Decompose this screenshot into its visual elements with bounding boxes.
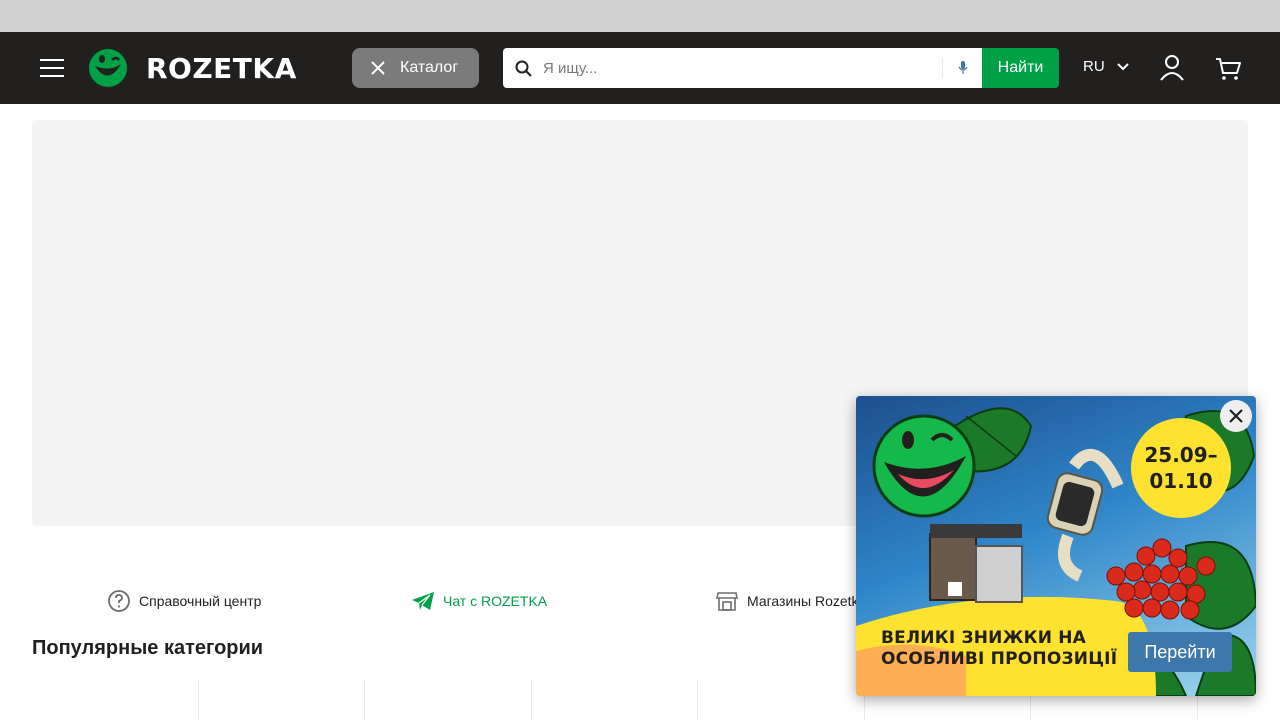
category-tile[interactable] [199, 680, 365, 720]
chat-link[interactable]: Чат с ROZETKA [411, 588, 547, 614]
site-header: ROZETKA Каталог Найти RU [0, 32, 1280, 104]
language-selector[interactable]: RU [1083, 58, 1129, 75]
promo-date-start: 25.09– [1144, 443, 1218, 467]
promo-headline: ВЕЛИКІ ЗНИЖКИ НА ОСОБЛИВІ ПРОПОЗИЦІЇ [881, 628, 1117, 670]
popular-categories-title: Популярные категории [32, 637, 264, 659]
category-tile[interactable] [32, 680, 199, 720]
language-label: RU [1083, 58, 1105, 75]
telegram-icon [412, 592, 434, 610]
help-center-label: Справочный центр [139, 593, 262, 609]
microphone-icon [958, 61, 967, 74]
search-submit-button[interactable]: Найти [982, 48, 1059, 88]
help-center-link[interactable]: Справочный центр [107, 588, 261, 614]
store-icon [716, 592, 738, 611]
chat-label: Чат с ROZETKA [443, 593, 548, 609]
category-tile[interactable] [698, 680, 865, 720]
user-icon[interactable] [1156, 52, 1188, 84]
category-tile[interactable] [365, 680, 532, 720]
promo-date-end: 01.10 [1149, 469, 1213, 493]
menu-button[interactable] [32, 48, 72, 88]
logo[interactable]: ROZETKA [88, 48, 297, 88]
catalog-label: Каталог [400, 59, 459, 76]
search-form: Найти [503, 48, 1059, 88]
cart-icon[interactable] [1212, 52, 1244, 84]
hamburger-icon [40, 59, 64, 77]
promo-line-1: ВЕЛИКІ ЗНИЖКИ НА [881, 628, 1087, 648]
question-circle-icon [108, 590, 130, 612]
promo-date-badge: 25.09– 01.10 [1131, 418, 1231, 518]
promo-go-button[interactable]: Перейти [1128, 632, 1232, 672]
logo-text: ROZETKA [146, 51, 297, 85]
stores-label: Магазины Rozetka [747, 593, 867, 609]
catalog-button[interactable]: Каталог [352, 48, 479, 88]
search-icon [515, 60, 532, 77]
rozetka-smile-icon [89, 49, 127, 87]
voice-search-button[interactable] [942, 58, 982, 78]
popup-close-button[interactable] [1220, 400, 1252, 432]
top-strip [0, 0, 1280, 32]
promo-popup: 25.09– 01.10 ВЕЛИКІ ЗНИЖКИ НА ОСОБЛИВІ П… [856, 396, 1256, 696]
close-icon [371, 61, 385, 75]
search-box [503, 48, 982, 88]
chevron-down-icon [1116, 62, 1129, 70]
stores-link[interactable]: Магазины Rozetka [715, 588, 866, 614]
promo-line-2: ОСОБЛИВІ ПРОПОЗИЦІЇ [881, 649, 1118, 669]
close-icon [1229, 409, 1243, 423]
category-tile[interactable] [532, 680, 698, 720]
search-input[interactable] [543, 48, 943, 88]
